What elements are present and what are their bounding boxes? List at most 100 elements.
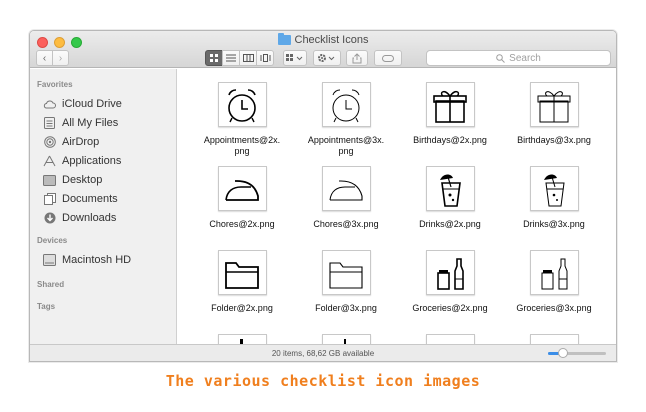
applications-icon (43, 155, 56, 168)
sidebar-item-macintosh-hd[interactable]: Macintosh HD (43, 252, 131, 268)
list-icon (226, 54, 236, 62)
file-item[interactable]: Appointments@3x. png (294, 82, 398, 157)
search-field[interactable]: Search (426, 50, 611, 66)
groceries-icon (529, 250, 579, 295)
status-text: 20 items, 68,62 GB available (271, 348, 375, 358)
view-mode-group (205, 50, 274, 66)
harddisk-icon (43, 254, 56, 267)
finder-window: Checklist Icons ‹ › Search Favorites iCl… (29, 30, 617, 362)
status-bar: 20 items, 68,62 GB available (30, 344, 616, 361)
list-view-button[interactable] (222, 50, 240, 66)
drink-icon (529, 166, 579, 211)
file-name: Drinks@3x.png (523, 219, 585, 229)
drink-icon (425, 166, 475, 211)
sidebar-item-downloads[interactable]: Downloads (43, 210, 116, 226)
file-item[interactable]: Drinks@3x.png (502, 166, 606, 230)
sidebar-item-icloud-drive[interactable]: iCloud Drive (43, 96, 122, 112)
icon-view-button[interactable] (205, 50, 223, 66)
file-thumbnail (217, 334, 267, 344)
slider-knob[interactable] (557, 348, 568, 358)
sidebar-item-desktop[interactable]: Desktop (43, 172, 102, 188)
file-item[interactable]: Appointments@2x. png (190, 82, 294, 157)
chevron-right-icon: › (58, 52, 63, 64)
sidebar-item-label: All My Files (62, 117, 119, 129)
file-name: Appointments@3x. png (307, 135, 385, 156)
grid-icon (209, 53, 218, 62)
file-item-partial[interactable] (190, 334, 294, 344)
file-name: Folder@2x.png (211, 303, 273, 313)
sidebar-header-shared: Shared (37, 280, 65, 289)
columns-icon (242, 54, 254, 62)
file-name: Birthdays@3x.png (517, 135, 591, 145)
file-name: Folder@3x.png (315, 303, 377, 313)
file-name: Birthdays@2x.png (413, 135, 487, 145)
search-icon (496, 53, 506, 63)
file-name: Groceries@3x.png (516, 303, 592, 313)
gift-icon (529, 82, 579, 127)
search-placeholder: Search (509, 52, 541, 64)
gear-icon (318, 54, 335, 62)
sidebar-item-label: AirDrop (62, 136, 100, 148)
documents-icon (43, 193, 56, 206)
coverflow-view-button[interactable] (256, 50, 274, 66)
file-name: Appointments@2x. png (203, 135, 281, 156)
file-item[interactable]: Birthdays@2x.png (398, 82, 502, 146)
sidebar: Favorites iCloud Drive All My Files AirD… (30, 69, 177, 344)
file-item[interactable]: Chores@2x.png (190, 166, 294, 230)
column-view-button[interactable] (239, 50, 257, 66)
action-button[interactable] (313, 50, 341, 66)
sidebar-item-label: Documents (62, 193, 118, 205)
folder-icon (277, 33, 291, 45)
alarm-clock-icon (321, 82, 371, 127)
sidebar-item-applications[interactable]: Applications (43, 153, 121, 169)
forward-button[interactable]: › (52, 50, 69, 66)
share-icon (352, 52, 362, 63)
alarm-clock-icon (217, 82, 267, 127)
sidebar-item-label: Desktop (62, 174, 103, 186)
arrange-icon (286, 54, 303, 61)
sidebar-item-documents[interactable]: Documents (43, 191, 118, 207)
tag-icon (382, 54, 394, 62)
file-name: Groceries@2x.png (412, 303, 488, 313)
sidebar-item-all-my-files[interactable]: All My Files (43, 115, 118, 131)
sidebar-header-devices: Devices (37, 236, 68, 245)
arrange-button[interactable] (283, 50, 307, 66)
window-title-text: Checklist Icons (294, 34, 369, 46)
groceries-icon (425, 250, 475, 295)
cloud-icon (43, 98, 56, 111)
tag-button[interactable] (374, 50, 402, 66)
file-item[interactable]: Groceries@3x.png (502, 250, 606, 314)
file-item[interactable]: Birthdays@3x.png (502, 82, 606, 146)
file-item[interactable]: Drinks@2x.png (398, 166, 502, 230)
sidebar-item-label: iCloud Drive (62, 98, 122, 110)
file-name: Chores@3x.png (313, 219, 379, 229)
file-item[interactable]: Chores@3x.png (294, 166, 398, 230)
sidebar-header-tags: Tags (37, 302, 56, 311)
file-thumbnail (425, 334, 475, 344)
share-button[interactable] (346, 50, 368, 66)
file-item[interactable]: Folder@3x.png (294, 250, 398, 314)
file-item[interactable]: Folder@2x.png (190, 250, 294, 314)
sidebar-item-label: Applications (62, 155, 122, 167)
file-item-partial[interactable] (502, 334, 606, 344)
downloads-icon (43, 212, 56, 225)
gift-icon (425, 82, 475, 127)
file-item-partial[interactable] (294, 334, 398, 344)
icon-size-slider[interactable] (548, 348, 606, 358)
folder-icon (217, 250, 267, 295)
sidebar-header-favorites: Favorites (37, 80, 73, 89)
file-name: Chores@2x.png (209, 219, 275, 229)
iron-icon (217, 166, 267, 211)
file-thumbnail (321, 334, 371, 344)
iron-icon (321, 166, 371, 211)
sidebar-item-label: Macintosh HD (62, 254, 132, 266)
sidebar-item-airdrop[interactable]: AirDrop (43, 134, 99, 150)
back-button[interactable]: ‹ (36, 50, 53, 66)
window-title: Checklist Icons (30, 33, 616, 46)
chevron-left-icon: ‹ (42, 52, 47, 64)
file-grid: Appointments@2x. png Appointments@3x. png … (178, 69, 616, 344)
file-item-partial[interactable] (398, 334, 502, 344)
sidebar-item-label: Downloads (62, 212, 117, 224)
figure-caption: The various checklist icon images (165, 372, 481, 390)
file-item[interactable]: Groceries@2x.png (398, 250, 502, 314)
